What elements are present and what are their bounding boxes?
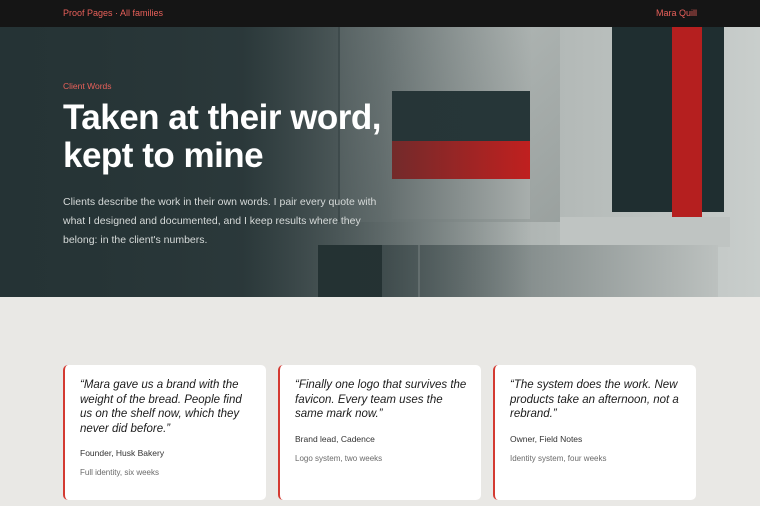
user-name-link[interactable]: Mara Quill	[656, 8, 697, 18]
hero-title: Taken at their word, kept to mine	[63, 98, 382, 175]
testimonial-scope: Identity system, four weeks	[510, 453, 607, 463]
testimonial-card: “The system does the work. New products …	[493, 365, 696, 500]
testimonial-scope: Full identity, six weeks	[80, 468, 159, 477]
testimonial-attribution: Owner, Field Notes	[510, 433, 583, 444]
hero-eyebrow: Client Words	[63, 81, 112, 91]
testimonial-attribution: Founder, Husk Bakery	[80, 448, 165, 458]
testimonial-attribution: Brand lead, Cadence	[295, 433, 375, 444]
testimonial-card: “Finally one logo that survives the favi…	[278, 365, 481, 500]
hero-section: Client Words Taken at their word, kept t…	[0, 27, 760, 297]
testimonial-list: “Mara gave us a brand with the weight of…	[63, 365, 697, 506]
testimonial-quote: “Mara gave us a brand with the weight of…	[80, 379, 242, 435]
hero-description: Clients describe the work in their own w…	[63, 196, 377, 246]
testimonial-quote: “Finally one logo that survives the favi…	[295, 379, 467, 420]
breadcrumb-link[interactable]: Proof Pages · All families	[63, 8, 163, 18]
top-nav-bar: Proof Pages · All families Mara Quill	[0, 0, 760, 27]
testimonial-quote: “The system does the work. New products …	[510, 379, 679, 420]
testimonial-card: “Mara gave us a brand with the weight of…	[63, 365, 266, 500]
hero-content: Client Words Taken at their word, kept t…	[63, 27, 403, 297]
testimonial-scope: Logo system, two weeks	[295, 453, 383, 463]
